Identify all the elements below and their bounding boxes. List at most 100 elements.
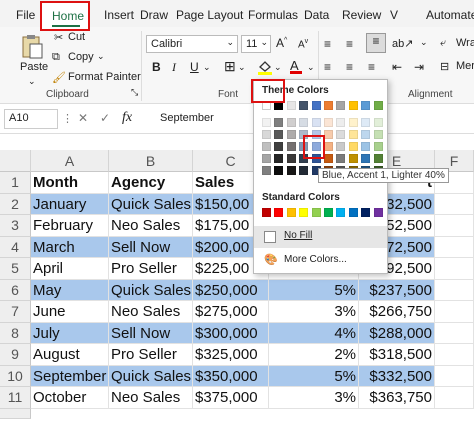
orientation-icon[interactable]: ab↗	[392, 37, 413, 50]
underline-dropdown-icon[interactable]: ⌄	[203, 62, 211, 73]
table-cell[interactable]: Sell Now	[109, 236, 193, 258]
row-header[interactable]: 11	[0, 387, 31, 409]
theme-color-swatch[interactable]	[324, 101, 333, 110]
fill-color-dropdown-icon[interactable]: ⌄	[274, 62, 282, 73]
standard-color-swatch[interactable]	[361, 208, 371, 217]
theme-shade-swatch[interactable]	[311, 118, 321, 127]
standard-color-swatch[interactable]	[348, 208, 358, 217]
table-cell[interactable]: Quick Sales	[109, 193, 193, 215]
table-cell[interactable]: September	[31, 365, 109, 387]
row-header[interactable]: 5	[0, 258, 31, 280]
theme-shade-swatch[interactable]	[286, 166, 296, 175]
table-cell[interactable]	[435, 344, 474, 366]
bold-icon[interactable]: B	[152, 60, 161, 74]
table-cell[interactable]: February	[31, 215, 109, 237]
tab-automate[interactable]: Automate	[418, 8, 474, 28]
row-header[interactable]: 9	[0, 344, 31, 366]
theme-shade-swatch[interactable]	[286, 154, 296, 163]
decrease-font-icon[interactable]: Av	[298, 38, 308, 50]
cut-icon[interactable]: ✂	[54, 31, 63, 44]
align-bottom-icon[interactable]: ≡	[366, 33, 386, 53]
table-cell[interactable]	[435, 193, 474, 215]
table-cell[interactable]: Quick Sales	[109, 365, 193, 387]
theme-color-swatch[interactable]	[336, 101, 346, 110]
name-box[interactable]: A10	[4, 109, 58, 129]
row-header[interactable]: 4	[0, 236, 31, 258]
table-cell[interactable]: $288,000	[359, 322, 435, 344]
table-cell[interactable]: 3%	[269, 301, 359, 323]
paste-button[interactable]: Paste	[20, 61, 48, 73]
table-cell[interactable]	[435, 322, 474, 344]
theme-shade-swatch[interactable]	[348, 154, 358, 163]
increase-font-icon[interactable]: A^	[276, 36, 287, 50]
borders-icon[interactable]: ⊞	[224, 58, 236, 75]
theme-shade-swatch[interactable]	[262, 166, 271, 175]
wrap-text-icon[interactable]: ⤶	[440, 37, 446, 50]
theme-color-swatch[interactable]	[286, 101, 296, 110]
table-cell[interactable]: August	[31, 344, 109, 366]
table-cell[interactable]: Pro Seller	[109, 258, 193, 280]
table-cell[interactable]	[435, 279, 474, 301]
wrap-text-button[interactable]: Wra	[456, 37, 474, 49]
table-cell[interactable]: $275,000	[193, 301, 269, 323]
theme-shade-swatch[interactable]	[299, 118, 309, 127]
theme-color-swatch[interactable]	[361, 101, 371, 110]
font-name-select[interactable]: Calibri ⌄	[146, 35, 238, 53]
theme-shade-swatch[interactable]	[348, 118, 358, 127]
copy-icon[interactable]: ⧉	[52, 51, 60, 64]
theme-color-swatch[interactable]	[311, 101, 321, 110]
table-cell[interactable]: $250,000	[193, 279, 269, 301]
theme-shade-swatch[interactable]	[274, 118, 284, 127]
align-middle-icon[interactable]: ≡	[346, 37, 353, 51]
no-fill-option[interactable]: No Fill	[254, 226, 387, 248]
table-cell[interactable]: April	[31, 258, 109, 280]
theme-shade-swatch[interactable]	[274, 166, 284, 175]
theme-shade-swatch[interactable]	[336, 142, 346, 151]
theme-color-swatch[interactable]	[373, 101, 383, 110]
table-cell[interactable]: $266,750	[359, 301, 435, 323]
tab-page-layout[interactable]: Page Layout	[168, 8, 251, 28]
increase-indent-icon[interactable]: ⇥	[414, 60, 424, 74]
copy-dropdown-icon[interactable]: ⌄	[97, 51, 105, 62]
row-header[interactable]: 8	[0, 322, 31, 344]
table-cell[interactable]	[435, 236, 474, 258]
theme-shade-swatch[interactable]	[286, 118, 296, 127]
standard-color-swatch[interactable]	[299, 208, 309, 217]
enter-icon[interactable]: ✓	[100, 111, 110, 125]
table-cell[interactable]: Neo Sales	[109, 387, 193, 409]
table-cell[interactable]: July	[31, 322, 109, 344]
decrease-indent-icon[interactable]: ⇤	[392, 60, 402, 74]
table-cell[interactable]: March	[31, 236, 109, 258]
italic-icon[interactable]: I	[172, 60, 176, 75]
table-cell[interactable]: Sell Now	[109, 322, 193, 344]
theme-shade-swatch[interactable]	[361, 154, 371, 163]
theme-shade-swatch[interactable]	[361, 130, 371, 139]
table-cell[interactable]: January	[31, 193, 109, 215]
standard-color-swatch[interactable]	[324, 208, 333, 217]
theme-shade-swatch[interactable]	[348, 130, 358, 139]
align-right-icon[interactable]: ≡	[368, 60, 375, 74]
theme-shade-swatch[interactable]	[262, 154, 271, 163]
table-cell[interactable]	[435, 301, 474, 323]
table-cell[interactable]: $375,000	[193, 387, 269, 409]
insert-function-icon[interactable]: fx	[122, 110, 132, 126]
name-box-dropdown-icon[interactable]: ⋮	[62, 112, 73, 125]
orientation-dropdown-icon[interactable]: ⌄	[420, 37, 428, 48]
theme-shade-swatch[interactable]	[361, 142, 371, 151]
theme-shade-swatch[interactable]	[361, 118, 371, 127]
underline-icon[interactable]: U	[190, 60, 199, 74]
theme-shade-swatch[interactable]	[324, 142, 333, 151]
row-header[interactable]: 2	[0, 193, 31, 215]
merge-center-icon[interactable]: ⊟	[440, 60, 449, 73]
column-header-a[interactable]: A	[31, 150, 109, 172]
theme-shade-swatch[interactable]	[373, 142, 383, 151]
table-cell[interactable]: Neo Sales	[109, 215, 193, 237]
standard-color-swatch[interactable]	[336, 208, 346, 217]
table-cell[interactable]: $300,000	[193, 322, 269, 344]
table-cell[interactable]: 3%	[269, 387, 359, 409]
clipboard-launcher-icon[interactable]: ⤡	[131, 87, 138, 98]
fill-color-icon[interactable]	[256, 58, 274, 76]
theme-shade-swatch[interactable]	[324, 130, 333, 139]
theme-shade-swatch[interactable]	[262, 142, 271, 151]
row-header[interactable]: 7	[0, 301, 31, 323]
